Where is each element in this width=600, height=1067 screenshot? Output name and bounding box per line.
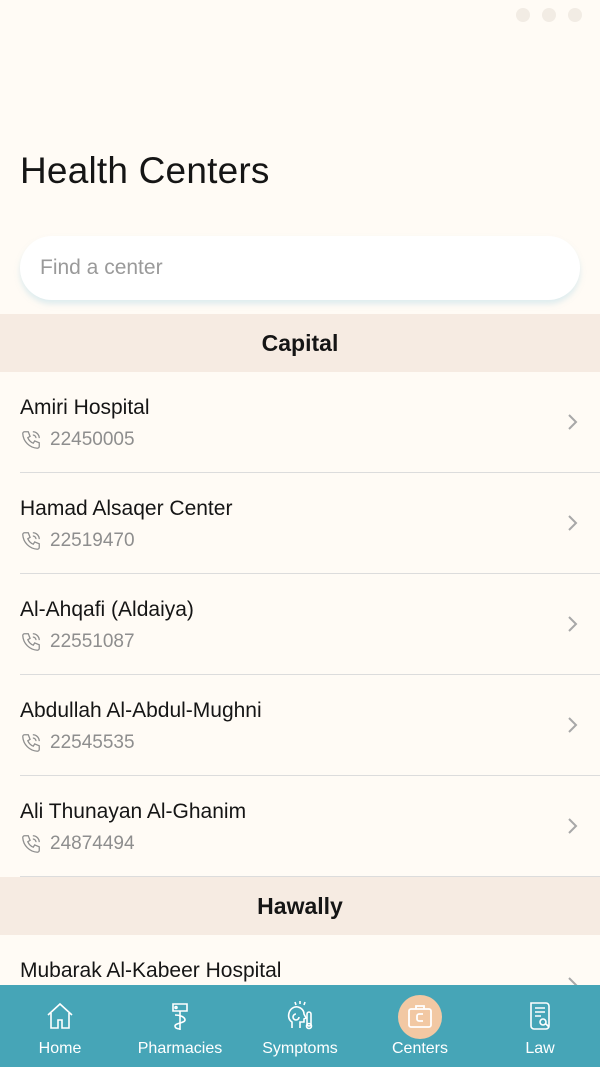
list-item[interactable]: Amiri Hospital 22450005 xyxy=(20,372,600,473)
list-item[interactable]: Abdullah Al-Abdul-Mughni 22545535 xyxy=(20,675,600,776)
nav-label-pharmacies: Pharmacies xyxy=(137,1040,223,1057)
nav-item-symptoms[interactable]: Symptoms xyxy=(240,985,360,1067)
section-header-capital: Capital xyxy=(0,314,600,372)
phone-icon xyxy=(22,734,40,752)
page-title: Health Centers xyxy=(20,150,270,191)
home-icon xyxy=(43,999,77,1033)
center-phone[interactable]: 24874494 xyxy=(20,833,135,855)
list-item[interactable]: Hamad Alsaqer Center 22519470 xyxy=(20,473,600,574)
chevron-right-icon xyxy=(568,616,578,632)
center-name: Hamad Alsaqer Center xyxy=(20,497,233,520)
phone-number: 22551087 xyxy=(50,631,135,652)
centers-icon xyxy=(403,999,437,1033)
nav-item-pharmacies[interactable]: Pharmacies xyxy=(120,985,240,1067)
wifi-icon xyxy=(516,8,530,22)
chevron-right-icon xyxy=(568,818,578,834)
phone-number: 22545535 xyxy=(50,732,135,753)
phone-number: 24874494 xyxy=(50,833,135,854)
battery-icon xyxy=(568,8,582,22)
nav-label-symptoms: Symptoms xyxy=(262,1040,338,1057)
chevron-right-icon xyxy=(568,515,578,531)
nav-item-centers[interactable]: Centers xyxy=(360,985,480,1067)
list-item[interactable]: Al-Ahqafi (Aldaiya) 22551087 xyxy=(20,574,600,675)
center-name: Abdullah Al-Abdul-Mughni xyxy=(20,699,262,722)
search-input[interactable] xyxy=(40,256,580,280)
signal-icon xyxy=(542,8,556,22)
bottom-nav: Home Pharmacies Symptoms Centers Law xyxy=(0,985,600,1067)
chevron-right-icon xyxy=(568,414,578,430)
nav-label-centers: Centers xyxy=(391,1040,449,1057)
center-name: Al-Ahqafi (Aldaiya) xyxy=(20,598,194,621)
list-item[interactable]: Ali Thunayan Al-Ghanim 24874494 xyxy=(20,776,600,877)
center-name: Mubarak Al-Kabeer Hospital xyxy=(20,959,282,982)
phone-icon xyxy=(22,835,40,853)
phone-number: 22450005 xyxy=(50,429,135,450)
nav-item-home[interactable]: Home xyxy=(0,985,120,1067)
nav-item-law[interactable]: Law xyxy=(480,985,600,1067)
phone-icon xyxy=(22,431,40,449)
center-name: Amiri Hospital xyxy=(20,396,150,419)
center-phone[interactable]: 22545535 xyxy=(20,732,135,754)
pharmacy-icon xyxy=(163,999,197,1033)
status-icons xyxy=(516,8,582,22)
center-phone[interactable]: 22450005 xyxy=(20,429,135,451)
center-phone[interactable]: 22519470 xyxy=(20,530,135,552)
status-bar xyxy=(0,0,600,36)
center-phone[interactable]: 22551087 xyxy=(20,631,135,653)
nav-label-law: Law xyxy=(525,1040,555,1057)
phone-icon xyxy=(22,532,40,550)
nav-label-home: Home xyxy=(38,1040,82,1057)
chevron-right-icon xyxy=(568,717,578,733)
phone-number: 22519470 xyxy=(50,530,135,551)
symptoms-icon xyxy=(283,999,317,1033)
section-header-hawally: Hawally xyxy=(0,877,600,935)
phone-icon xyxy=(22,633,40,651)
search-box[interactable] xyxy=(20,236,580,300)
center-name: Ali Thunayan Al-Ghanim xyxy=(20,800,247,823)
law-icon xyxy=(523,999,557,1033)
